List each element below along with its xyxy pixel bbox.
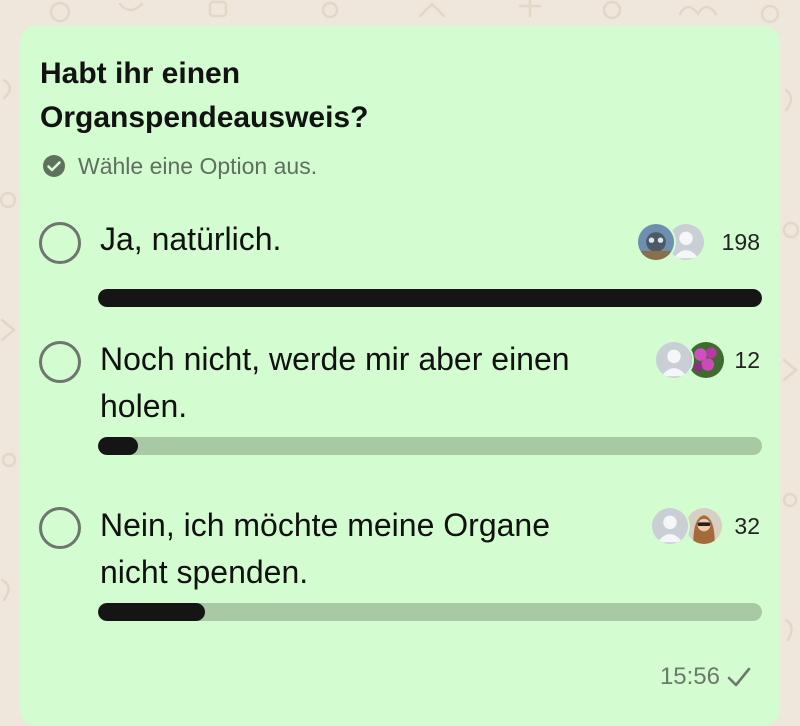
voter-avatars[interactable] <box>636 222 706 262</box>
default-avatar-icon <box>656 342 692 378</box>
vote-progress-bar <box>98 289 762 307</box>
check-circle-icon <box>43 155 65 177</box>
default-avatar-icon <box>652 508 688 544</box>
portrait-avatar-icon <box>686 508 722 544</box>
poll-option-label: Noch nicht, werde mir aber einen holen. <box>100 341 570 424</box>
vote-count: 32 <box>734 513 760 539</box>
vote-progress-bar <box>98 437 762 455</box>
vote-progress-fill <box>98 289 762 307</box>
photo-avatar-icon <box>638 224 674 260</box>
avatar <box>650 506 690 546</box>
vote-progress-fill <box>98 603 206 621</box>
radio-button[interactable] <box>39 341 81 383</box>
message-timestamp: 15:56 <box>659 663 720 690</box>
single-check-icon <box>727 667 751 687</box>
poll-hint-text: Wähle eine Option aus. <box>78 152 318 179</box>
poll-option-label: Ja, natürlich. <box>100 221 282 257</box>
vote-progress-bar <box>98 603 762 621</box>
vote-count: 198 <box>721 229 760 255</box>
poll-question: Habt ihr einen Organspendeausweis? <box>40 57 369 134</box>
avatar <box>636 222 676 262</box>
voter-avatars[interactable] <box>654 340 726 380</box>
vote-count: 12 <box>734 347 760 373</box>
avatar <box>654 340 694 380</box>
radio-button[interactable] <box>39 507 81 549</box>
poll-hint: Wähle eine Option aus. <box>42 151 317 181</box>
message-meta: 15:56 <box>660 660 752 694</box>
radio-button[interactable] <box>39 222 81 264</box>
poll-message-bubble: Habt ihr einen Organspendeausweis? Wähle… <box>20 26 780 726</box>
vote-progress-fill <box>98 437 139 455</box>
voter-avatars[interactable] <box>650 506 724 546</box>
avatar <box>684 506 724 546</box>
poll-option-label: Nein, ich möchte meine Organe nicht spen… <box>100 507 550 590</box>
